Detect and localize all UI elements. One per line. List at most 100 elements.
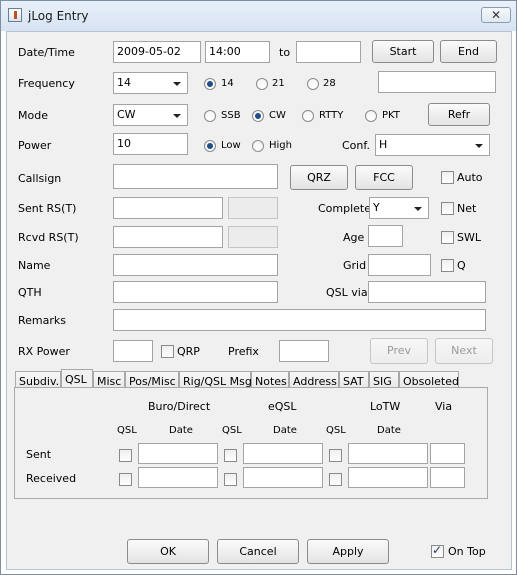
ok-button[interactable]: OK <box>127 539 209 564</box>
mode-radio-cw[interactable] <box>252 110 264 122</box>
frequency-label: Frequency <box>18 77 75 90</box>
refr-button[interactable]: Refr <box>428 103 490 126</box>
mode-select[interactable]: CW <box>113 104 188 126</box>
power-radio-high-label: High <box>269 140 292 151</box>
name-field[interactable] <box>113 254 278 276</box>
end-time-field[interactable] <box>296 41 361 63</box>
freq-radio-21-label: 21 <box>272 78 285 89</box>
buro-received-date-field[interactable] <box>138 467 218 488</box>
power-radio-high[interactable] <box>252 140 264 152</box>
eqsl-received-checkbox[interactable] <box>224 473 237 486</box>
frequency-extra-field[interactable] <box>378 71 496 93</box>
freq-radio-28-label: 28 <box>323 78 336 89</box>
lotw-received-date-field[interactable] <box>348 467 428 488</box>
grid-field[interactable] <box>368 254 431 276</box>
on-top-checkbox[interactable] <box>431 543 444 558</box>
mode-radio-ssb-label: SSB <box>221 110 241 121</box>
freq-radio-14[interactable] <box>204 78 216 90</box>
mode-radio-rtty-label: RTTY <box>319 110 344 121</box>
lotw-sent-date-field[interactable] <box>348 443 428 464</box>
rx-power-field[interactable] <box>113 340 153 362</box>
age-field[interactable] <box>368 225 403 247</box>
mode-value: CW <box>117 108 136 121</box>
received-row-label: Received <box>26 472 77 485</box>
prefix-field[interactable] <box>279 340 329 362</box>
buro-sent-checkbox[interactable] <box>119 449 132 462</box>
name-label: Name <box>18 259 51 272</box>
lotw-date-subheader: Date <box>377 425 401 436</box>
sent-row-label: Sent <box>26 448 52 461</box>
lotw-received-checkbox[interactable] <box>329 473 342 486</box>
fcc-button[interactable]: FCC <box>355 165 413 190</box>
sent-rst-extra-field <box>228 197 278 219</box>
buro-received-checkbox[interactable] <box>119 473 132 486</box>
entry-form: Date/Time 2009-05-02 14:00 to Start End … <box>6 31 512 570</box>
power-field[interactable]: 10 <box>113 133 188 155</box>
power-radio-low[interactable] <box>204 140 216 152</box>
net-checkbox[interactable] <box>441 202 454 215</box>
qrz-button[interactable]: QRZ <box>290 165 348 190</box>
conf-value: H <box>379 138 388 151</box>
power-radio-low-label: Low <box>221 140 241 151</box>
via-received-field[interactable] <box>430 467 465 488</box>
frequency-value: 14 <box>117 76 131 89</box>
qrp-checkbox[interactable] <box>161 345 174 358</box>
callsign-label: Callsign <box>18 172 62 185</box>
on-top-label: On Top <box>448 545 486 558</box>
rx-power-label: RX Power <box>18 345 70 358</box>
eqsl-received-date-field[interactable] <box>243 467 323 488</box>
frequency-select[interactable]: 14 <box>113 72 188 94</box>
q-label: Q <box>457 259 466 272</box>
java-app-icon <box>8 8 22 22</box>
complete-value: Y <box>373 201 380 214</box>
via-header: Via <box>435 400 453 413</box>
qsl-via-field[interactable] <box>368 281 486 303</box>
eqsl-sent-date-field[interactable] <box>243 443 323 464</box>
buro-qsl-subheader: QSL <box>117 425 137 436</box>
start-button[interactable]: Start <box>372 40 434 63</box>
close-button[interactable]: ✕ <box>481 7 511 23</box>
qrp-label: QRP <box>177 345 200 358</box>
rcvd-rst-field[interactable] <box>113 226 223 248</box>
swl-checkbox[interactable] <box>441 231 454 244</box>
mode-radio-pkt[interactable] <box>365 110 377 122</box>
sent-rst-field[interactable] <box>113 197 223 219</box>
conf-label: Conf. <box>342 139 370 152</box>
remarks-label: Remarks <box>18 314 66 327</box>
prefix-label: Prefix <box>228 345 259 358</box>
jlog-entry-window: jLog Entry ✕ Date/Time 2009-05-02 14:00 … <box>0 0 517 575</box>
q-checkbox[interactable] <box>441 259 454 272</box>
freq-radio-28[interactable] <box>307 78 319 90</box>
eqsl-header: eQSL <box>268 400 297 413</box>
conf-select[interactable]: H <box>375 134 490 156</box>
prev-button[interactable]: Prev <box>370 338 428 364</box>
date-field[interactable]: 2009-05-02 <box>113 41 201 63</box>
age-label: Age <box>343 231 365 244</box>
grid-label: Grid <box>343 259 367 272</box>
title-bar[interactable]: jLog Entry ✕ <box>1 1 516 31</box>
qth-field[interactable] <box>113 281 278 303</box>
mode-radio-cw-label: CW <box>269 110 286 121</box>
window-title: jLog Entry <box>28 9 89 23</box>
lotw-qsl-subheader: QSL <box>326 425 346 436</box>
mode-radio-rtty[interactable] <box>302 110 314 122</box>
end-button[interactable]: End <box>440 40 497 63</box>
lotw-sent-checkbox[interactable] <box>329 449 342 462</box>
via-sent-field[interactable] <box>430 443 465 464</box>
rcvd-rst-extra-field <box>228 226 278 248</box>
callsign-field[interactable] <box>113 164 278 189</box>
time-field[interactable]: 14:00 <box>205 41 270 63</box>
eqsl-sent-checkbox[interactable] <box>224 449 237 462</box>
next-button[interactable]: Next <box>435 338 493 364</box>
datetime-label: Date/Time <box>18 46 75 59</box>
cancel-button[interactable]: Cancel <box>217 539 299 564</box>
complete-select[interactable]: Y <box>369 197 429 219</box>
swl-label: SWL <box>457 231 481 244</box>
remarks-field[interactable] <box>113 309 486 331</box>
mode-radio-ssb[interactable] <box>204 110 216 122</box>
buro-sent-date-field[interactable] <box>138 443 218 464</box>
freq-radio-21[interactable] <box>256 78 268 90</box>
power-label: Power <box>18 139 52 152</box>
apply-button[interactable]: Apply <box>307 539 389 564</box>
auto-checkbox[interactable] <box>441 171 454 184</box>
